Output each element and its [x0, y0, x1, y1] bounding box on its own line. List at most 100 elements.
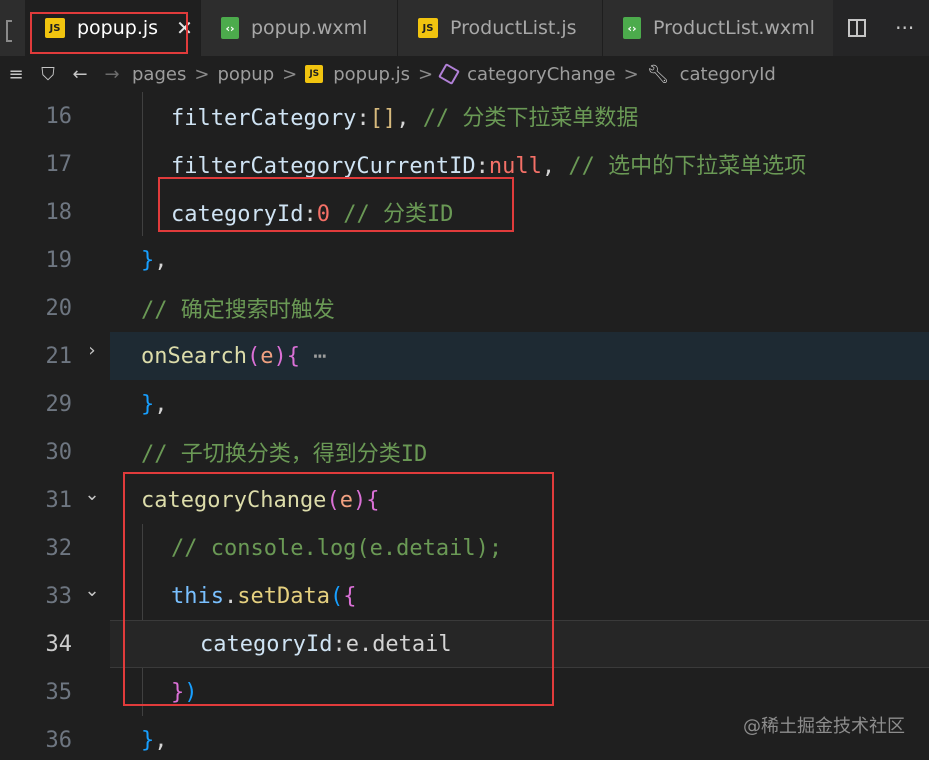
code-token: categoryChange: [141, 487, 327, 513]
code-token: null: [488, 154, 542, 179]
code-token: }: [141, 727, 155, 753]
breadcrumb-pages[interactable]: pages: [132, 64, 186, 85]
code-token: onSearch: [141, 343, 247, 369]
code-token: setData: [237, 583, 330, 609]
code-token: (: [326, 487, 340, 513]
code-token: .: [223, 583, 238, 609]
code-token: ,: [154, 391, 168, 417]
line-number: 34: [45, 631, 73, 657]
code-token: ): [352, 487, 367, 513]
code-line[interactable]: 17 filterCategoryCurrentID:null, // 选中的下拉…: [0, 140, 929, 188]
breadcrumb-separator: >: [623, 63, 639, 85]
code-text: }): [171, 680, 198, 705]
menu-lines-icon[interactable]: ≡: [0, 64, 32, 85]
code-token: e: [339, 487, 353, 513]
code-line[interactable]: 21 › onSearch(e){ ⋯: [46, 332, 929, 380]
code-text: },: [141, 392, 168, 417]
code-line[interactable]: 29},: [0, 380, 929, 428]
code-token: // 分类ID: [343, 202, 454, 227]
code-token: []: [369, 106, 397, 131]
code-line[interactable]: 19},: [0, 236, 929, 284]
code-token: ,: [154, 247, 168, 273]
code-text: filterCategoryCurrentID:null, // 选中的下拉菜单…: [171, 148, 806, 180]
code-token: // console.log(e.detail);: [171, 535, 503, 561]
code-token: :: [356, 106, 370, 131]
line-number: 30: [45, 439, 73, 465]
code-line[interactable]: 16 filterCategory:[], // 分类下拉菜单数据: [0, 92, 929, 140]
code-text: // 子切换分类，得到分类ID: [141, 436, 427, 468]
fold-expand-icon[interactable]: ›: [82, 340, 102, 361]
code-token: filterCategoryCurrentID: [171, 154, 476, 179]
code-token: ,: [154, 727, 168, 753]
code-text: // 确定搜索时触发: [141, 292, 335, 324]
line-number: 33: [45, 583, 73, 609]
back-arrow-icon[interactable]: ←: [64, 64, 96, 85]
line-number: 35: [45, 679, 73, 705]
breadcrumb: ≡ ⛉ ← → pages > popup > JS popup.js > ca…: [0, 56, 929, 92]
fold-collapse-icon[interactable]: ⌄: [82, 484, 102, 505]
line-number: 29: [45, 391, 73, 417]
breadcrumb-property[interactable]: categoryId: [680, 64, 776, 85]
tab-popup-wxml[interactable]: ‹› popup.wxml: [201, 0, 398, 56]
tab-overflow-edge[interactable]: [0, 0, 25, 56]
tab-productlist-wxml[interactable]: ‹› ProductList.wxml: [603, 0, 837, 56]
code-text: categoryId:0 // 分类ID: [171, 196, 453, 228]
line-number: 31: [45, 487, 73, 513]
code-token: categoryId: [171, 202, 304, 227]
bookmark-icon[interactable]: ⛉: [32, 64, 64, 85]
code-editor[interactable]: 16 filterCategory:[], // 分类下拉菜单数据 17 filter…: [0, 92, 929, 760]
breadcrumb-file[interactable]: popup.js: [333, 64, 410, 85]
close-icon[interactable]: ✕: [176, 16, 193, 40]
code-token: (: [329, 583, 344, 609]
tab-popup-js[interactable]: JS popup.js ✕: [25, 0, 201, 56]
code-token: :e.detail: [332, 631, 452, 657]
tab-label: ProductList.wxml: [653, 17, 815, 39]
code-text: categoryId:e.detail: [200, 632, 452, 657]
code-text: this.setData({: [171, 584, 356, 609]
code-line[interactable]: 18 categoryId:0 // 分类ID: [0, 188, 929, 236]
code-line[interactable]: 35}): [0, 668, 929, 716]
code-token: }: [141, 247, 155, 273]
breadcrumb-separator: >: [194, 63, 210, 85]
breadcrumb-separator: >: [418, 63, 434, 85]
code-line[interactable]: 20 // 确定搜索时触发: [0, 284, 929, 332]
code-token: // 子切换分类，得到分类ID: [141, 442, 428, 467]
code-token: ,: [396, 106, 423, 131]
line-number: 18: [45, 199, 73, 225]
js-file-icon: JS: [418, 18, 438, 38]
breadcrumb-popup[interactable]: popup: [217, 64, 274, 85]
editor-actions: ···: [833, 0, 929, 56]
fold-collapse-icon[interactable]: ⌄: [82, 580, 102, 601]
split-editor-icon[interactable]: [847, 19, 866, 37]
tab-productlist-js[interactable]: JS ProductList.js: [398, 0, 603, 56]
code-text: },: [141, 728, 168, 753]
code-line[interactable]: 34 categoryId:e.detail: [0, 620, 929, 668]
code-line[interactable]: 33 ⌄ this.setData({: [0, 572, 929, 620]
breadcrumb-separator: >: [282, 63, 298, 85]
method-cube-icon: [438, 63, 461, 85]
code-token: this: [171, 583, 224, 609]
breadcrumb-method[interactable]: categoryChange: [467, 64, 615, 85]
js-file-icon: JS: [45, 18, 65, 38]
code-token: {: [286, 343, 300, 369]
line-number: 17: [45, 151, 73, 177]
code-token: // 确定搜索时触发: [141, 298, 335, 323]
code-text: categoryChange(e){: [141, 488, 379, 513]
code-text: },: [141, 248, 168, 273]
forward-arrow-icon[interactable]: →: [96, 64, 128, 85]
wxml-file-icon: ‹›: [623, 17, 641, 39]
watermark: @稀土掘金技术社区: [743, 716, 905, 737]
more-actions-icon[interactable]: ···: [895, 16, 914, 40]
code-line[interactable]: 31 ⌄ categoryChange(e){: [0, 476, 929, 524]
line-number: 20: [45, 295, 73, 321]
tab-label: popup.wxml: [251, 17, 368, 39]
code-token: filterCategory: [171, 106, 357, 131]
code-line[interactable]: 30 // 子切换分类，得到分类ID: [0, 428, 929, 476]
code-line[interactable]: 32 // console.log(e.detail);: [0, 524, 929, 572]
code-token: :: [475, 154, 489, 179]
code-token: ⋯: [299, 343, 327, 369]
code-token: {: [366, 487, 380, 513]
code-text: // console.log(e.detail);: [171, 536, 502, 561]
code-token: ): [273, 343, 287, 369]
code-token: (: [246, 343, 261, 369]
